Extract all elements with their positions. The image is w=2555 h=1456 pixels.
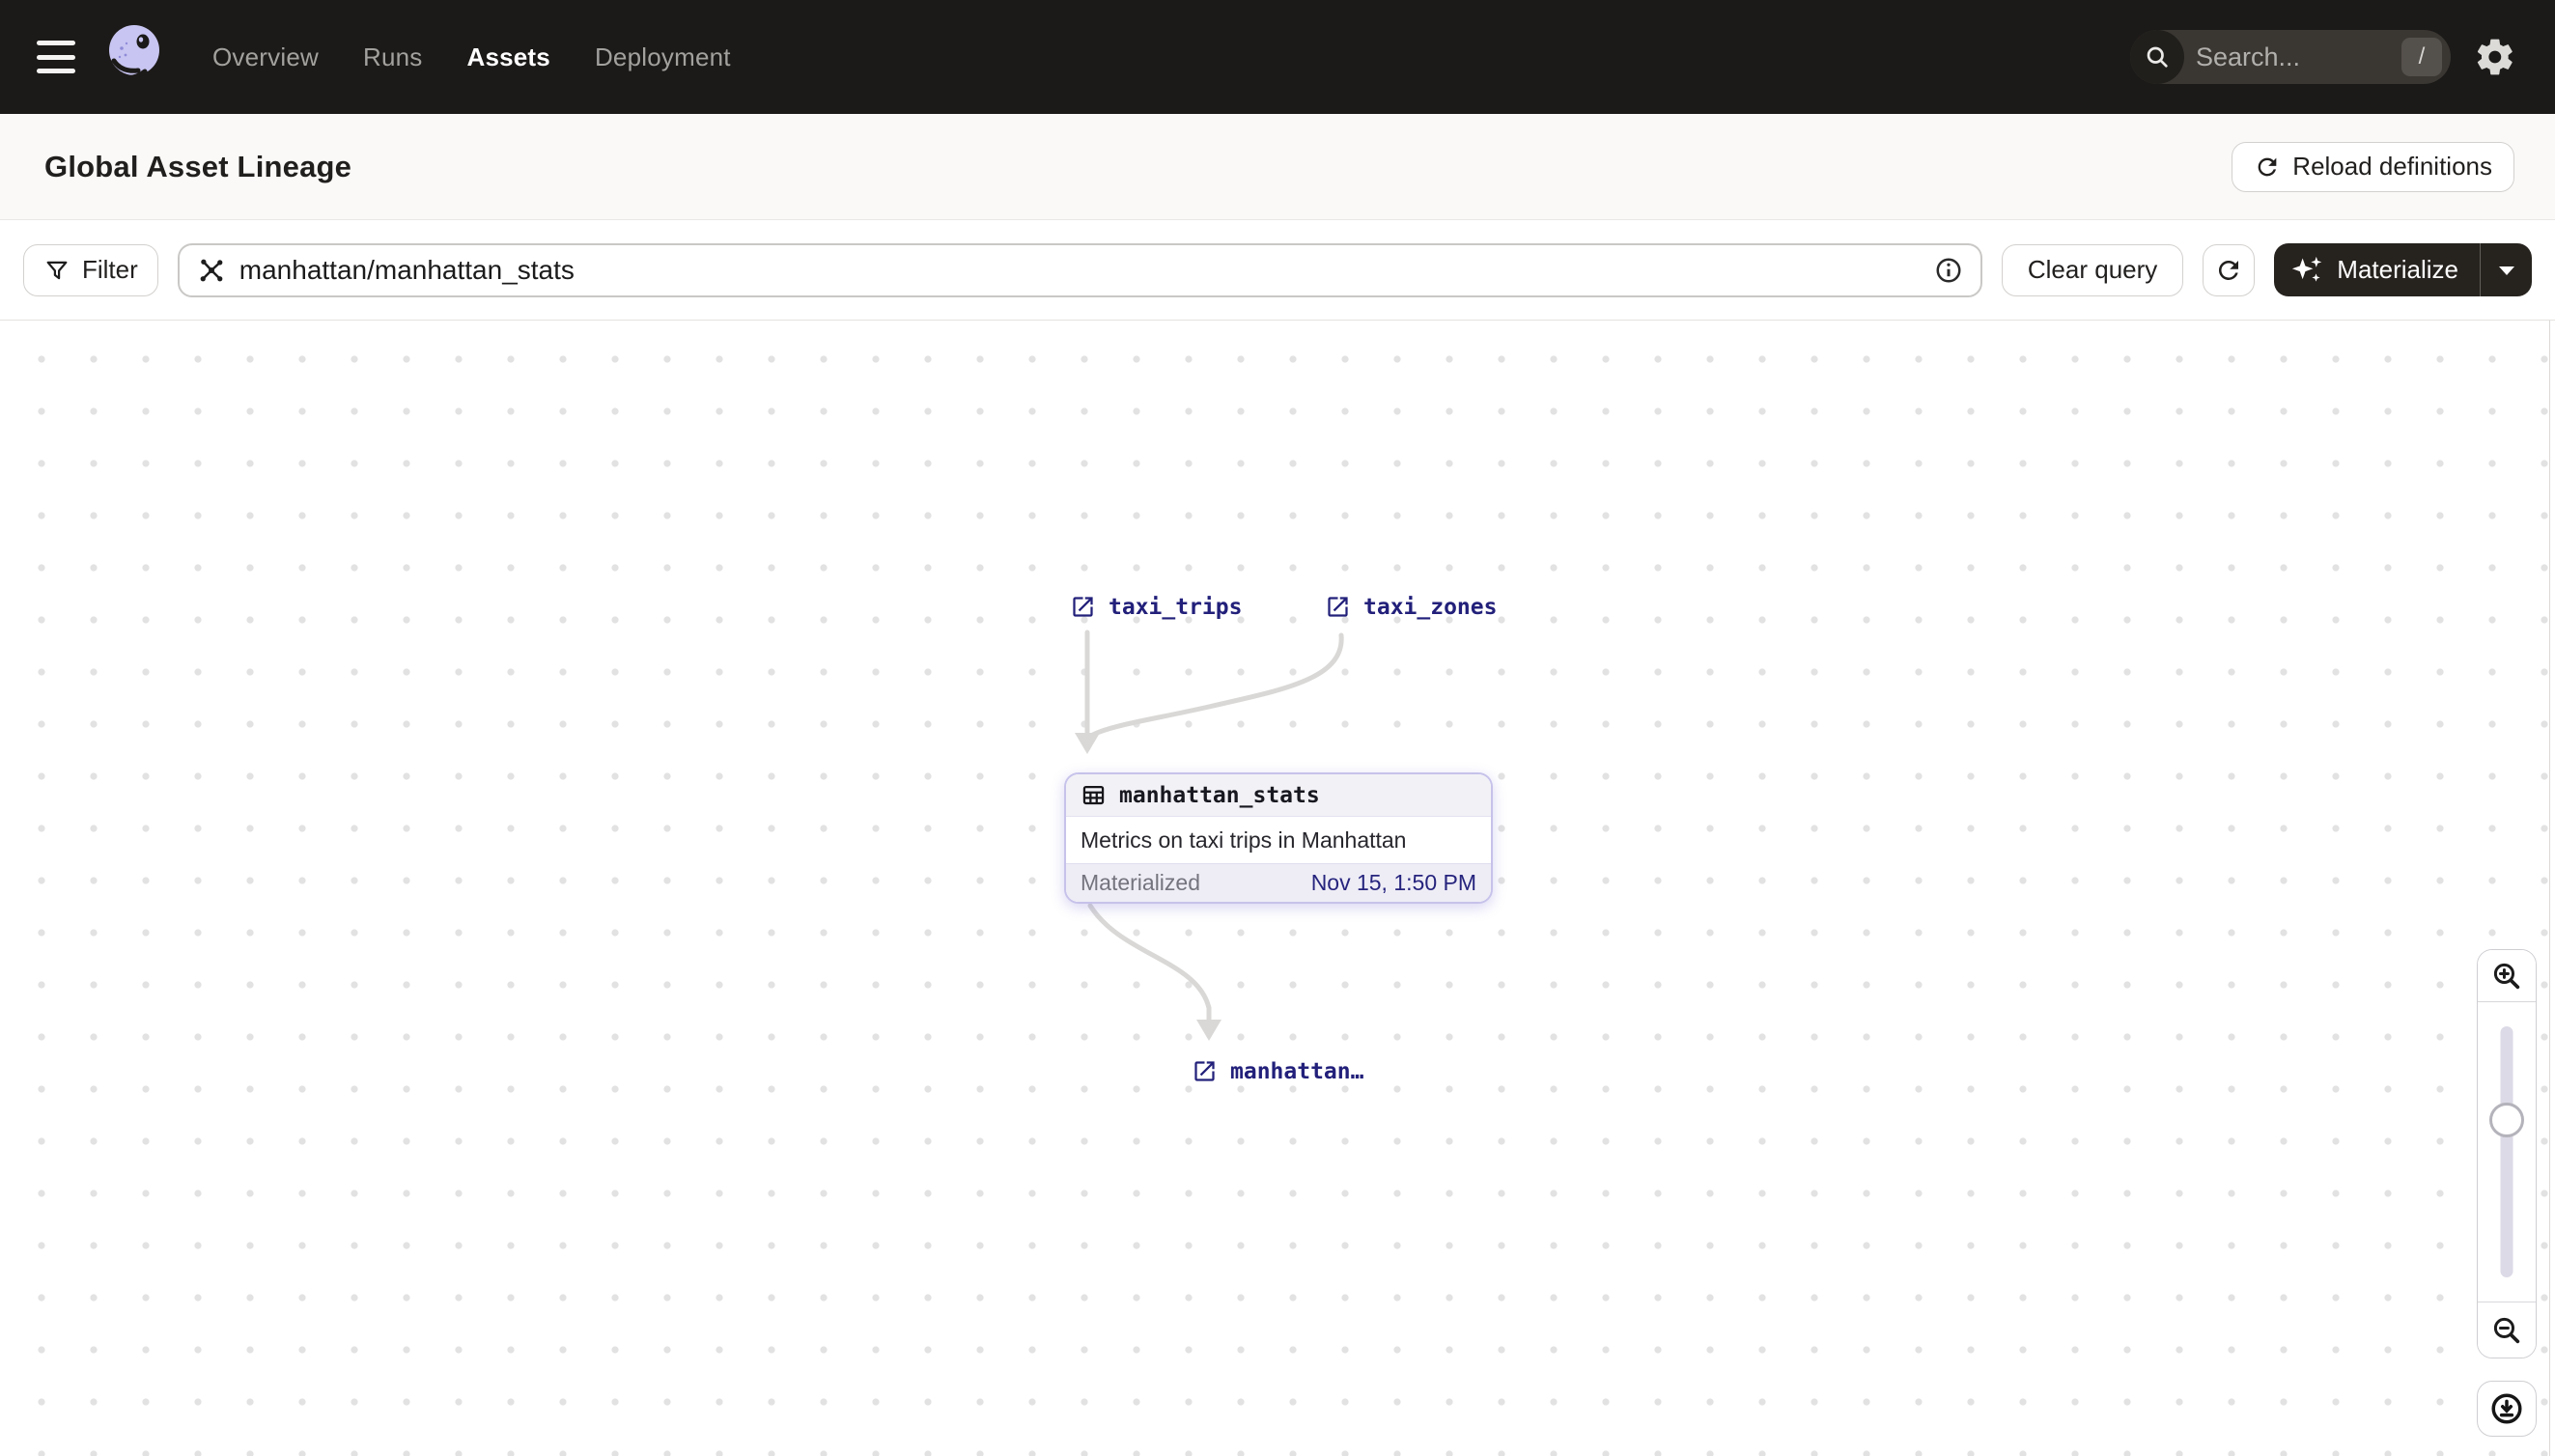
primary-nav: Overview Runs Assets Deployment bbox=[212, 42, 731, 72]
refresh-graph-button[interactable] bbox=[2203, 243, 2256, 296]
filter-funnel-icon bbox=[43, 257, 70, 284]
graph-icon bbox=[197, 256, 226, 285]
clear-query-button[interactable]: Clear query bbox=[2001, 243, 2184, 296]
asset-card-status-row: Materialized Nov 15, 1:50 PM bbox=[1066, 863, 1491, 902]
asset-card-header: manhattan_stats bbox=[1066, 774, 1491, 817]
menu-icon[interactable] bbox=[37, 41, 75, 73]
filter-button[interactable]: Filter bbox=[23, 243, 158, 296]
zoom-slider[interactable] bbox=[2478, 1002, 2536, 1302]
nav-item-overview[interactable]: Overview bbox=[212, 42, 319, 72]
dagster-logo-icon[interactable] bbox=[102, 20, 168, 94]
refresh-icon bbox=[2254, 154, 2281, 181]
asset-node-taxi-trips[interactable]: taxi_trips bbox=[1070, 594, 1242, 620]
external-link-icon bbox=[1325, 594, 1351, 620]
status-timestamp: Nov 15, 1:50 PM bbox=[1310, 870, 1476, 895]
info-icon[interactable] bbox=[1934, 256, 1963, 285]
zoom-in-button[interactable] bbox=[2478, 950, 2536, 1002]
materialize-split-button: Materialize bbox=[2274, 243, 2532, 296]
search-input[interactable] bbox=[2184, 42, 2401, 72]
asset-node-taxi-zones[interactable]: taxi_zones bbox=[1325, 594, 1497, 620]
reload-definitions-button[interactable]: Reload definitions bbox=[2232, 141, 2514, 192]
canvas-scrollbar-gutter[interactable] bbox=[2549, 321, 2555, 1456]
nav-item-runs[interactable]: Runs bbox=[363, 42, 423, 72]
status-label: Materialized bbox=[1081, 870, 1200, 895]
asset-card-manhattan-stats[interactable]: manhattan_stats Metrics on taxi trips in… bbox=[1064, 772, 1493, 904]
refresh-icon bbox=[2214, 256, 2243, 285]
asset-query-field bbox=[177, 242, 1982, 297]
external-link-icon bbox=[1070, 594, 1096, 620]
zoom-out-button[interactable] bbox=[2478, 1302, 2536, 1358]
asset-card-name: manhattan_stats bbox=[1119, 782, 1320, 808]
page-header: Global Asset Lineage Reload definitions bbox=[0, 114, 2555, 220]
nav-item-assets[interactable]: Assets bbox=[466, 42, 549, 72]
zoom-slider-handle[interactable] bbox=[2489, 1103, 2524, 1137]
search-icon bbox=[2130, 30, 2184, 84]
zoom-controls bbox=[2477, 949, 2537, 1358]
asset-query-input[interactable] bbox=[239, 254, 1921, 286]
top-nav: Overview Runs Assets Deployment / bbox=[0, 0, 2555, 114]
materialize-dropdown-caret[interactable] bbox=[2480, 243, 2532, 296]
gear-icon[interactable] bbox=[2474, 36, 2516, 78]
sparkles-icon bbox=[2291, 255, 2324, 286]
zoom-slider-track[interactable] bbox=[2500, 1026, 2513, 1277]
asset-node-manhattan-downstream[interactable]: manhattan… bbox=[1192, 1058, 1363, 1084]
search-shortcut-badge: / bbox=[2401, 38, 2442, 76]
page-title: Global Asset Lineage bbox=[44, 149, 352, 183]
materialize-button[interactable]: Materialize bbox=[2274, 243, 2480, 296]
nav-right: / bbox=[2130, 30, 2516, 84]
global-search[interactable]: / bbox=[2130, 30, 2451, 84]
lineage-toolbar: Filter manhattan/manhattan_stats Clear q… bbox=[0, 220, 2555, 321]
external-link-icon bbox=[1192, 1058, 1218, 1084]
asset-card-description: Metrics on taxi trips in Manhattan bbox=[1066, 817, 1491, 863]
table-icon bbox=[1081, 782, 1107, 808]
download-image-button[interactable] bbox=[2477, 1381, 2537, 1437]
lineage-canvas[interactable]: taxi_trips taxi_zones manhattan_stats Me… bbox=[0, 321, 2555, 1456]
nav-item-deployment[interactable]: Deployment bbox=[595, 42, 731, 72]
